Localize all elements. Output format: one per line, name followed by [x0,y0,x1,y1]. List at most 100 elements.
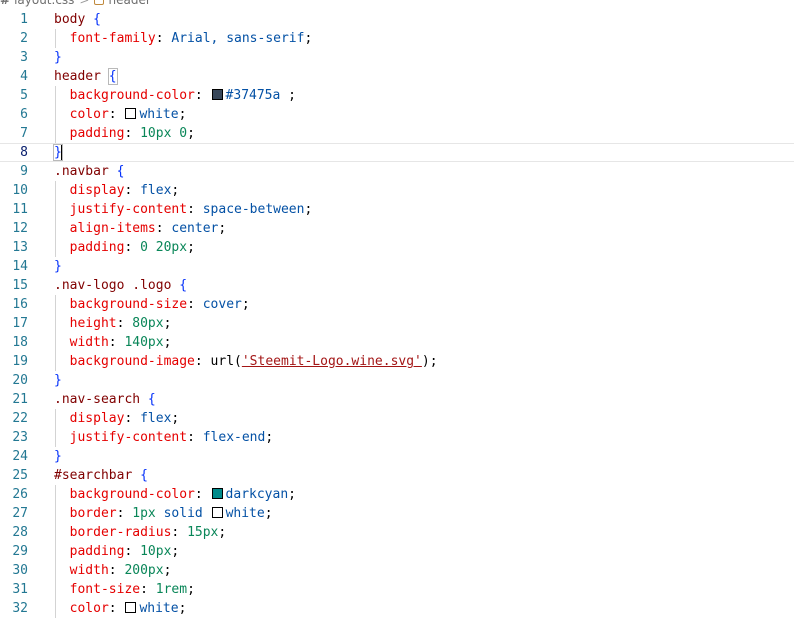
code-line[interactable]: 28 border-radius: 15px; [0,523,794,542]
code-token: flex [140,411,172,426]
color-swatch-icon[interactable] [211,89,223,100]
line-number: 26 [12,487,28,502]
code-token: { [93,12,101,27]
color-swatch-icon[interactable] [211,488,223,499]
code-line[interactable]: 18 width: 140px; [0,333,794,352]
code-token: ; [178,601,187,616]
code-line[interactable]: 3} [0,48,794,67]
line-content: } [54,48,62,67]
code-line[interactable]: 19 background-image: url('Steemit-Logo.w… [0,352,794,371]
code-editor[interactable]: # layout.css > header 1 body {2 font-fami… [0,0,794,627]
code-token: 'Steemit-Logo.wine.svg' [241,354,422,369]
code-token: padding [69,126,125,141]
code-token: justify-content [69,430,188,445]
code-line[interactable]: 12 align-items: center; [0,219,794,238]
code-line[interactable]: 21 .nav-search { [0,390,794,409]
line-number: 20 [12,373,28,388]
code-line[interactable]: 26 background-color: darkcyan; [0,485,794,504]
code-line[interactable]: 7 padding: 10px 0; [0,124,794,143]
code-token: display [69,183,125,198]
line-number: 17 [12,316,28,331]
color-swatch-icon[interactable] [125,108,137,119]
code-line[interactable]: 20} [0,371,794,390]
code-line[interactable]: 10 display: flex; [0,181,794,200]
code-line[interactable]: 24} [0,447,794,466]
line-content: border-radius: 15px; [54,523,227,542]
code-token: 10px [140,544,172,559]
code-token: { [179,278,188,293]
code-token: white [225,506,265,521]
code-line[interactable]: 1 body { [0,10,794,29]
code-token: white [139,601,179,616]
color-swatch-icon[interactable] [125,602,137,613]
code-token: url( [210,354,242,369]
code-line[interactable]: 11 justify-content: space-between; [0,200,794,219]
code-line[interactable]: 29 padding: 10px; [0,542,794,561]
code-area[interactable]: 1 body {2 font-family: Arial, sans-serif;… [0,10,794,618]
code-token: ; [171,544,180,559]
code-token: : [187,297,203,312]
code-line[interactable]: 4 header { [0,67,794,86]
code-line[interactable]: 6 color: white; [0,105,794,124]
code-line[interactable]: 9 .navbar { [0,162,794,181]
code-token: 10px 0 [140,126,188,141]
breadcrumb-separator: > [79,0,90,7]
code-line[interactable]: 32 color: white; [0,599,794,618]
code-token: ; [218,221,227,236]
code-token: : [116,506,133,521]
line-content: .nav-logo .logo { [54,276,187,295]
code-line[interactable]: 15 .nav-logo .logo { [0,276,794,295]
code-line[interactable]: 31 font-size: 1rem; [0,580,794,599]
code-token: ; [218,525,227,540]
line-content: height: 80px; [54,314,172,333]
line-number: 5 [20,88,28,103]
line-content: padding: 0 20px; [54,238,195,257]
code-token: darkcyan [225,487,289,502]
code-token: 80px [132,316,164,331]
line-number: 27 [12,506,28,521]
code-token: .nav-search [54,392,141,407]
line-content: width: 200px; [54,561,172,580]
code-token: #searchbar [54,468,133,483]
line-number: 19 [12,354,28,369]
code-line[interactable]: 25 #searchbar { [0,466,794,485]
code-line[interactable]: 17 height: 80px; [0,314,794,333]
breadcrumb-file[interactable]: layout.css [14,0,74,10]
color-swatch-icon[interactable] [211,507,223,518]
line-number: 13 [12,240,28,255]
code-token: width [69,563,109,578]
code-line[interactable]: 2 font-family: Arial, sans-serif; [0,29,794,48]
code-line[interactable]: 23 justify-content: flex-end; [0,428,794,447]
code-token: ; [280,88,296,103]
code-token: color [69,107,109,122]
code-token: 1rem [155,582,188,597]
code-token: : [194,487,211,502]
line-content: align-items: center; [54,219,227,238]
code-line[interactable]: 30 width: 200px; [0,561,794,580]
code-line[interactable]: 16 background-size: cover; [0,295,794,314]
line-number: 8 [20,145,28,160]
code-token: 15px [187,525,219,540]
code-token: : [108,107,125,122]
code-line[interactable]: 5 background-color: #37475a ; [0,86,794,105]
code-token: ; [264,506,273,521]
breadcrumb-symbol[interactable]: header [108,0,150,10]
code-line[interactable]: 22 display: flex; [0,409,794,428]
line-number: 18 [12,335,28,350]
line-number: 14 [12,259,28,274]
code-line[interactable]: 8} [0,143,794,162]
code-line[interactable]: 13 padding: 0 20px; [0,238,794,257]
code-line[interactable]: 27 border: 1px solid white; [0,504,794,523]
code-token: : [108,563,125,578]
line-content: font-size: 1rem; [54,580,195,599]
code-line[interactable]: 14} [0,257,794,276]
code-token: ; [187,240,195,255]
code-token: { [116,164,125,179]
line-number: 25 [12,468,28,483]
